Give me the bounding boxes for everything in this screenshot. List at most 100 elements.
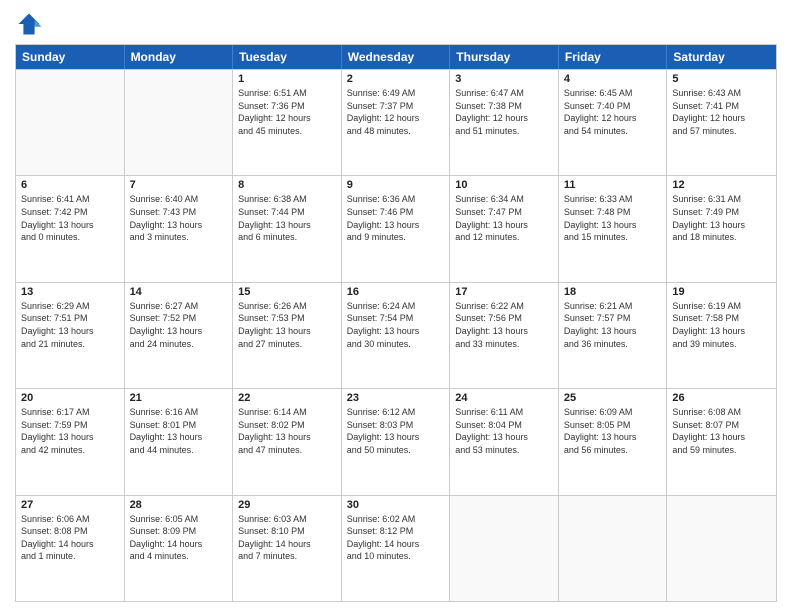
cell-info-line: Sunset: 7:41 PM [672, 100, 771, 113]
cal-cell: 12Sunrise: 6:31 AMSunset: 7:49 PMDayligh… [667, 176, 776, 281]
cell-info-line: Daylight: 14 hours [21, 538, 119, 551]
cell-info-line: and 47 minutes. [238, 444, 336, 457]
cal-cell: 30Sunrise: 6:02 AMSunset: 8:12 PMDayligh… [342, 496, 451, 601]
cell-info-line: and 57 minutes. [672, 125, 771, 138]
cell-info-line: Sunset: 7:44 PM [238, 206, 336, 219]
cell-info-line: and 50 minutes. [347, 444, 445, 457]
day-number: 21 [130, 392, 228, 404]
day-number: 11 [564, 179, 662, 191]
cell-info-line: and 18 minutes. [672, 231, 771, 244]
cal-cell: 10Sunrise: 6:34 AMSunset: 7:47 PMDayligh… [450, 176, 559, 281]
cell-info-line: Daylight: 13 hours [347, 219, 445, 232]
cell-info-line: and 53 minutes. [455, 444, 553, 457]
cell-info-line: and 9 minutes. [347, 231, 445, 244]
cell-info-line: and 59 minutes. [672, 444, 771, 457]
cal-cell: 28Sunrise: 6:05 AMSunset: 8:09 PMDayligh… [125, 496, 234, 601]
cal-cell: 14Sunrise: 6:27 AMSunset: 7:52 PMDayligh… [125, 283, 234, 388]
cell-info-line: and 54 minutes. [564, 125, 662, 138]
cell-info-line: Daylight: 14 hours [238, 538, 336, 551]
cell-info-line: Sunset: 8:10 PM [238, 525, 336, 538]
cell-info-line: Sunrise: 6:49 AM [347, 87, 445, 100]
cell-info-line: Sunrise: 6:22 AM [455, 300, 553, 313]
cal-cell: 3Sunrise: 6:47 AMSunset: 7:38 PMDaylight… [450, 70, 559, 175]
header-day-wednesday: Wednesday [342, 45, 451, 69]
cell-info-line: Sunset: 7:57 PM [564, 312, 662, 325]
cell-info-line: Sunrise: 6:26 AM [238, 300, 336, 313]
day-number: 17 [455, 286, 553, 298]
cal-cell: 27Sunrise: 6:06 AMSunset: 8:08 PMDayligh… [16, 496, 125, 601]
cell-info-line: Daylight: 13 hours [238, 219, 336, 232]
cell-info-line: and 0 minutes. [21, 231, 119, 244]
day-number: 26 [672, 392, 771, 404]
cal-cell: 7Sunrise: 6:40 AMSunset: 7:43 PMDaylight… [125, 176, 234, 281]
cell-info-line: Sunrise: 6:51 AM [238, 87, 336, 100]
cell-info-line: Daylight: 13 hours [21, 325, 119, 338]
cell-info-line: Daylight: 13 hours [672, 431, 771, 444]
cell-info-line: Daylight: 13 hours [564, 219, 662, 232]
cal-cell: 15Sunrise: 6:26 AMSunset: 7:53 PMDayligh… [233, 283, 342, 388]
cal-cell: 16Sunrise: 6:24 AMSunset: 7:54 PMDayligh… [342, 283, 451, 388]
cal-cell: 2Sunrise: 6:49 AMSunset: 7:37 PMDaylight… [342, 70, 451, 175]
day-number: 14 [130, 286, 228, 298]
day-number: 5 [672, 73, 771, 85]
cell-info-line: Sunrise: 6:03 AM [238, 513, 336, 526]
header-day-thursday: Thursday [450, 45, 559, 69]
cell-info-line: Daylight: 13 hours [455, 325, 553, 338]
cal-row-2: 13Sunrise: 6:29 AMSunset: 7:51 PMDayligh… [16, 282, 776, 388]
cell-info-line: Sunset: 8:09 PM [130, 525, 228, 538]
cal-row-3: 20Sunrise: 6:17 AMSunset: 7:59 PMDayligh… [16, 388, 776, 494]
day-number: 20 [21, 392, 119, 404]
cell-info-line: Daylight: 12 hours [455, 112, 553, 125]
cell-info-line: and 56 minutes. [564, 444, 662, 457]
day-number: 30 [347, 499, 445, 511]
cell-info-line: and 4 minutes. [130, 550, 228, 563]
cell-info-line: Sunset: 8:12 PM [347, 525, 445, 538]
day-number: 7 [130, 179, 228, 191]
cell-info-line: and 51 minutes. [455, 125, 553, 138]
cell-info-line: Sunset: 7:53 PM [238, 312, 336, 325]
cell-info-line: Daylight: 13 hours [564, 431, 662, 444]
cal-cell: 22Sunrise: 6:14 AMSunset: 8:02 PMDayligh… [233, 389, 342, 494]
calendar-header: SundayMondayTuesdayWednesdayThursdayFrid… [16, 45, 776, 69]
cell-info-line: and 6 minutes. [238, 231, 336, 244]
day-number: 25 [564, 392, 662, 404]
calendar-body: 1 Sunrise: 6:51 AMSunset: 7:36 PM Daylight… [16, 69, 776, 601]
cell-info-line: Sunset: 7:48 PM [564, 206, 662, 219]
cell-info-line: Sunset: 8:05 PM [564, 419, 662, 432]
cell-info-line: and 42 minutes. [21, 444, 119, 457]
cal-row-1: 6Sunrise: 6:41 AMSunset: 7:42 PMDaylight… [16, 175, 776, 281]
cell-info-line: Sunset: 7:58 PM [672, 312, 771, 325]
cell-info-line: Sunset: 7:46 PM [347, 206, 445, 219]
cell-info-line: Sunset: 7:42 PM [21, 206, 119, 219]
cal-cell: 8Sunrise: 6:38 AMSunset: 7:44 PMDaylight… [233, 176, 342, 281]
day-number: 8 [238, 179, 336, 191]
cell-info-line: Sunset: 7:36 PM [238, 100, 336, 113]
day-number: 23 [347, 392, 445, 404]
day-number: 12 [672, 179, 771, 191]
cell-info-line: and 44 minutes. [130, 444, 228, 457]
cell-info-line: and 10 minutes. [347, 550, 445, 563]
cell-info-line: Sunrise: 6:19 AM [672, 300, 771, 313]
day-number: 1 [238, 73, 336, 85]
cell-info-line: Daylight: 13 hours [130, 325, 228, 338]
day-number: 16 [347, 286, 445, 298]
cell-info-line: Daylight: 13 hours [564, 325, 662, 338]
cal-cell: 18Sunrise: 6:21 AMSunset: 7:57 PMDayligh… [559, 283, 668, 388]
cell-info-line: and 36 minutes. [564, 338, 662, 351]
cell-info-line: Sunrise: 6:11 AM [455, 406, 553, 419]
cell-info-line: Daylight: 14 hours [130, 538, 228, 551]
day-number: 2 [347, 73, 445, 85]
cell-info-line: Daylight: 13 hours [21, 219, 119, 232]
day-number: 28 [130, 499, 228, 511]
cell-info-line: Sunrise: 6:43 AM [672, 87, 771, 100]
cell-info-line: Sunrise: 6:09 AM [564, 406, 662, 419]
day-number: 10 [455, 179, 553, 191]
cal-cell: 25 Sunrise: 6:09 AMSunset: 8:05 PMDayligh… [559, 389, 668, 494]
cell-info-line: and 27 minutes. [238, 338, 336, 351]
cal-cell: 17Sunrise: 6:22 AMSunset: 7:56 PMDayligh… [450, 283, 559, 388]
cell-info-line: Sunset: 8:02 PM [238, 419, 336, 432]
cal-cell: 13Sunrise: 6:29 AMSunset: 7:51 PMDayligh… [16, 283, 125, 388]
day-number: 19 [672, 286, 771, 298]
cell-info-line: Sunrise: 6:36 AM [347, 193, 445, 206]
header-day-friday: Friday [559, 45, 668, 69]
